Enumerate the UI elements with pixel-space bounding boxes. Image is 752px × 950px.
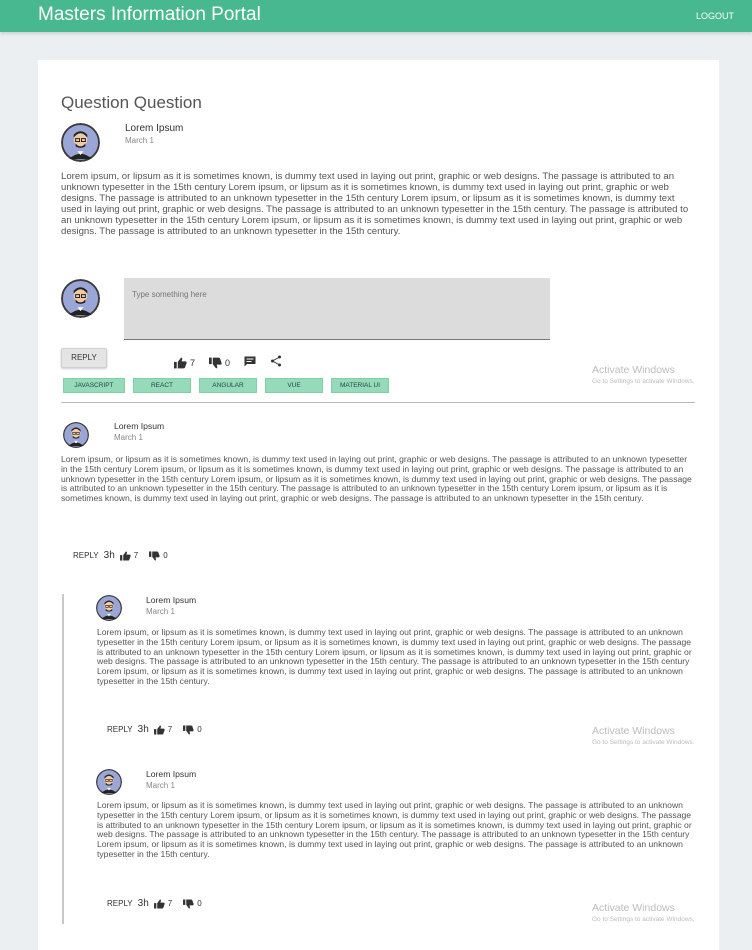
thumb-up-icon	[174, 357, 187, 369]
avatar-icon	[96, 595, 122, 621]
share-icon[interactable]	[270, 354, 282, 372]
dislike-button[interactable]: 0	[209, 357, 230, 369]
logout-button[interactable]: LOGOUT	[696, 11, 734, 21]
thumb-down-icon	[183, 724, 194, 735]
reply-body: Lorem ipsum, or lipsum as it is sometime…	[97, 800, 692, 859]
reply-input[interactable]	[124, 278, 550, 340]
divider	[61, 402, 695, 403]
watermark-title: Activate Windows	[592, 725, 675, 737]
watermark-subtitle: Go to Settings to activate Windows.	[592, 916, 695, 923]
comment-actions: REPLY 3h 7 0	[73, 550, 168, 561]
thumb-up-icon	[153, 898, 165, 909]
comment-time: 3h	[137, 724, 149, 735]
dislike-count: 0	[197, 725, 202, 734]
comment-icon[interactable]	[244, 354, 256, 372]
comment-time: 3h	[103, 550, 115, 561]
like-count: 7	[167, 899, 173, 908]
comment-reply-button[interactable]: REPLY	[73, 551, 99, 560]
dislike-count: 0	[225, 358, 231, 368]
watermark-title: Activate Windows	[592, 902, 675, 914]
question-date: March 1	[125, 136, 154, 145]
like-count: 7	[167, 725, 173, 734]
watermark-title: Activate Windows	[592, 364, 675, 376]
question-actions: 7 0	[174, 354, 282, 372]
dislike-button[interactable]: 0	[149, 550, 168, 561]
like-count: 7	[190, 358, 196, 368]
reply-button[interactable]: REPLY	[61, 348, 107, 368]
tag-chip[interactable]: ANGULAR	[199, 378, 257, 393]
tag-chip[interactable]: MATERIAL UI	[331, 378, 389, 393]
dislike-button[interactable]: 0	[183, 724, 202, 735]
avatar-icon	[96, 769, 122, 795]
question-title: Question Question	[61, 93, 202, 112]
top-app-bar: Masters Information Portal LOGOUT	[0, 0, 752, 32]
like-button[interactable]: 7	[153, 724, 173, 735]
reply-actions: REPLY 3h 7 0	[107, 724, 202, 735]
activate-windows-watermark: Activate Windows Go to Settings to activ…	[592, 725, 695, 746]
watermark-subtitle: Go to Settings to activate Windows.	[592, 378, 695, 385]
reply-thread-line	[62, 594, 64, 924]
thumb-down-icon	[209, 357, 222, 369]
tag-chip[interactable]: JAVASCRIPT	[63, 378, 125, 393]
thumb-up-icon	[119, 550, 131, 561]
reply-date: March 1	[146, 607, 175, 616]
like-button[interactable]: 7	[119, 550, 139, 561]
activate-windows-watermark: Activate Windows Go to Settings to activ…	[592, 364, 695, 385]
tag-chip[interactable]: VUE	[265, 378, 323, 393]
thumb-down-icon	[149, 550, 160, 561]
tag-chip[interactable]: REACT	[133, 378, 191, 393]
comment-reply-button[interactable]: REPLY	[107, 725, 133, 734]
watermark-subtitle: Go to Settings to activate Windows.	[592, 739, 695, 746]
comment-reply-button[interactable]: REPLY	[107, 899, 133, 908]
like-button[interactable]: 7	[153, 898, 173, 909]
dislike-count: 0	[163, 551, 168, 560]
question-body: Lorem ipsum, or lipsum as it is sometime…	[61, 171, 689, 237]
comment-date: March 1	[114, 433, 143, 442]
avatar-icon	[63, 422, 89, 448]
comment-time: 3h	[137, 898, 149, 909]
like-count: 7	[133, 551, 139, 560]
comment-author-name: Lorem Ipsum	[114, 421, 165, 431]
reply-actions: REPLY 3h 7 0	[107, 898, 202, 909]
app-title: Masters Information Portal	[38, 4, 261, 25]
reply-date: March 1	[146, 781, 175, 790]
thumb-down-icon	[183, 898, 194, 909]
dislike-count: 0	[197, 899, 202, 908]
dislike-button[interactable]: 0	[183, 898, 202, 909]
reply-author-name: Lorem Ipsum	[146, 769, 197, 779]
question-author-name: Lorem Ipsum	[125, 123, 184, 134]
reply-author-name: Lorem Ipsum	[146, 595, 197, 605]
avatar-icon	[61, 279, 100, 318]
comment-body: Lorem ipsum, or lipsum as it is sometime…	[61, 454, 692, 504]
reply-body: Lorem ipsum, or lipsum as it is sometime…	[97, 627, 692, 686]
activate-windows-watermark: Activate Windows Go to Settings to activ…	[592, 902, 695, 923]
like-button[interactable]: 7	[174, 357, 195, 369]
avatar-icon	[61, 123, 100, 162]
question-card: Question Question Lorem Ipsum March 1 Lo…	[38, 60, 719, 950]
thumb-up-icon	[153, 724, 165, 735]
tag-list: JAVASCRIPT REACT ANGULAR VUE MATERIAL UI	[63, 378, 389, 393]
